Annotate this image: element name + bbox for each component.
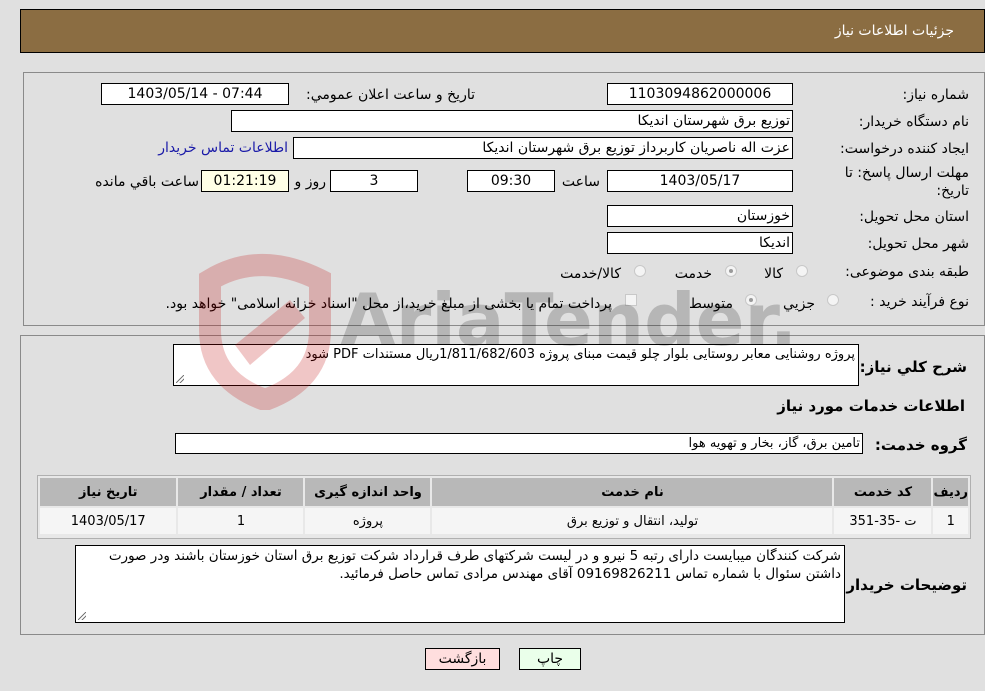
time-remaining-label: ساعت باقي مانده [95, 174, 199, 190]
services-table: ردیف کد خدمت نام خدمت واحد اندازه گیری ت… [38, 476, 970, 536]
resize-grip-icon[interactable] [176, 375, 184, 383]
process-radio-minor[interactable] [827, 294, 839, 306]
deadline-time-field: 09:30 [467, 170, 555, 192]
page-title: جزئیات اطلاعات نیاز [834, 23, 954, 39]
service-group-field: تامین برق، گاز، بخار و تهویه هوا [175, 433, 863, 454]
col-header-need-date: تاریخ نیاز [40, 478, 177, 506]
back-button[interactable]: بازگشت [425, 648, 500, 670]
cell-need-date: 1403/05/17 [40, 508, 177, 534]
buyer-notes-text: شرکت کنندگان میبایست دارای رتبه 5 نیرو و… [108, 548, 841, 582]
col-header-row-number: ردیف [933, 478, 968, 506]
need-number-field: 1103094862000006 [607, 83, 793, 105]
table-header-row: ردیف کد خدمت نام خدمت واحد اندازه گیری ت… [40, 478, 968, 506]
province-label: استان محل تحویل: [859, 209, 969, 225]
creator-label: ایجاد کننده درخواست: [840, 141, 969, 157]
buyer-org-label: نام دستگاه خریدار: [858, 114, 969, 130]
category-option-goods: کالا [764, 266, 783, 282]
cell-service-name: تولید، انتقال و توزیع برق [432, 508, 833, 534]
process-option-medium: متوسط [689, 296, 733, 312]
deadline-date-field: 1403/05/17 [607, 170, 793, 192]
category-radio-goods[interactable] [796, 265, 808, 277]
col-header-quantity: تعداد / مقدار [178, 478, 304, 506]
days-label: روز و [294, 174, 327, 190]
process-option-minor: جزيي [783, 296, 815, 312]
cell-row-number: 1 [933, 508, 968, 534]
cell-quantity: 1 [178, 508, 304, 534]
summary-label: شرح كلي نياز: [859, 358, 967, 376]
print-button[interactable]: چاپ [519, 648, 581, 670]
city-label: شهر محل تحویل: [867, 236, 969, 252]
category-label: طبقه بندی موضوعی: [845, 264, 969, 280]
page-header: جزئیات اطلاعات نیاز [20, 9, 985, 53]
creator-field: عزت اله ناصریان کاربرداز توزیع برق شهرست… [293, 137, 793, 159]
announce-label: تاریخ و ساعت اعلان عمومي: [306, 87, 475, 103]
treasury-checkbox[interactable] [625, 294, 637, 306]
category-option-goods-service: کالا/خدمت [560, 266, 621, 282]
category-option-service: خدمت [674, 266, 712, 282]
table-row: 1 ت -35-351 تولید، انتقال و توزیع برق پر… [40, 508, 968, 534]
process-radio-medium[interactable] [745, 294, 757, 306]
buyer-org-field: توزیع برق شهرستان اندیکا [231, 110, 793, 132]
service-group-label: گروه خدمت: [874, 436, 967, 454]
announce-datetime-field: 1403/05/14 - 07:44 [101, 83, 289, 105]
services-table-frame: ردیف کد خدمت نام خدمت واحد اندازه گیری ت… [37, 475, 971, 539]
resize-grip-icon[interactable] [78, 612, 86, 620]
col-header-unit: واحد اندازه گیری [305, 478, 431, 506]
category-radio-service[interactable] [725, 265, 737, 277]
col-header-service-name: نام خدمت [432, 478, 833, 506]
buyer-notes-label: توضیحات خریدار: [840, 576, 967, 594]
process-label: نوع فرآیند خرید : [870, 294, 969, 310]
buyer-contact-link[interactable]: اطلاعات تماس خریدار [158, 140, 288, 156]
days-remaining-field: 3 [330, 170, 418, 192]
cell-service-code: ت -35-351 [834, 508, 932, 534]
category-radio-goods-service[interactable] [634, 265, 646, 277]
summary-textarea[interactable]: پروژه روشنایی معابر روستایی بلوار چلو قی… [173, 344, 859, 386]
cell-unit: پروژه [305, 508, 431, 534]
summary-text: پروژه روشنایی معابر روستایی بلوار چلو قی… [305, 347, 855, 362]
services-section-title: اطلاعات خدمات مورد نیاز [777, 397, 965, 415]
buyer-notes-textarea[interactable]: شرکت کنندگان میبایست دارای رتبه 5 نیرو و… [75, 545, 845, 623]
need-number-label: شماره نیاز: [902, 87, 970, 103]
city-field: اندیکا [607, 232, 793, 254]
deadline-label: مهلت ارسال پاسخ: تا تاریخ: [844, 165, 969, 199]
col-header-service-code: کد خدمت [834, 478, 932, 506]
treasury-note: پرداخت تمام یا بخشی از مبلغ خرید،از محل … [165, 296, 612, 312]
deadline-time-label: ساعت [561, 174, 600, 190]
province-field: خوزستان [607, 205, 793, 227]
time-remaining-field: 01:21:19 [201, 170, 289, 192]
